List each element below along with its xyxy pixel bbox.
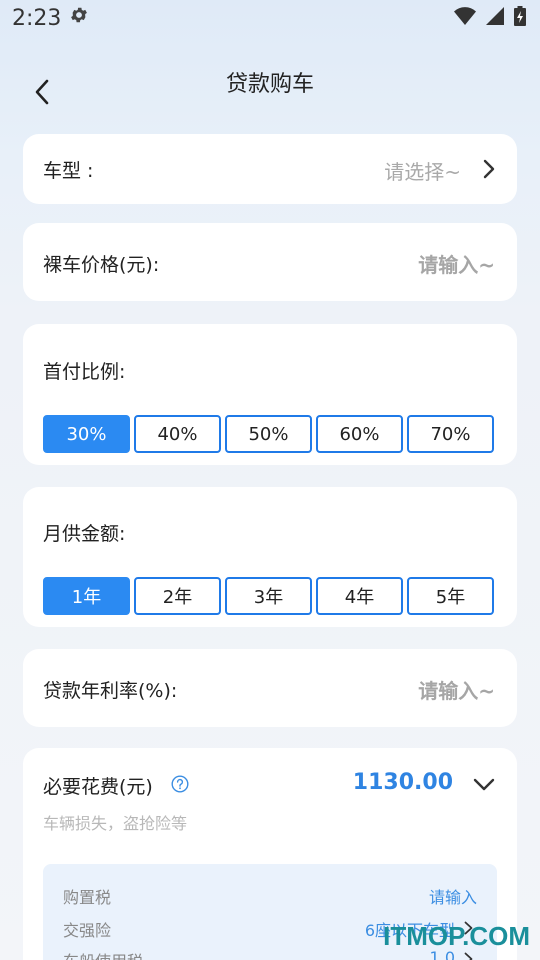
status-left: 2:23 bbox=[12, 5, 89, 31]
rate-row: 贷款年利率(%): 请输入~ bbox=[23, 649, 517, 727]
fee-item-input[interactable]: 请输入 bbox=[429, 884, 477, 908]
bare-price-row: 裸车价格(元): 请输入~ bbox=[23, 223, 517, 301]
fees-subtitle: 车辆损失，盗抢险等 bbox=[43, 814, 188, 833]
down-payment-option[interactable]: 60% bbox=[316, 415, 403, 453]
rate-input[interactable]: 请输入~ bbox=[418, 675, 495, 704]
bare-price-input[interactable]: 请输入~ bbox=[418, 249, 495, 278]
down-payment-label: 首付比例: bbox=[43, 361, 126, 383]
status-bar: 2:23 bbox=[0, 0, 540, 36]
monthly-option[interactable]: 2年 bbox=[134, 577, 221, 615]
fees-amount: 1130.00 bbox=[352, 770, 453, 795]
fee-item-label: 交强险 bbox=[63, 921, 112, 940]
car-type-row[interactable]: 车型 : 请选择~ bbox=[23, 134, 517, 204]
fee-item-label: 车船使用税 bbox=[63, 948, 143, 960]
chevron-right-icon bbox=[464, 951, 473, 960]
nav-bar: 贷款购车 bbox=[0, 52, 540, 112]
battery-icon bbox=[514, 6, 526, 30]
fee-item-label: 购置税 bbox=[63, 888, 112, 907]
monthly-label: 月供金额: bbox=[43, 523, 126, 545]
gear-icon bbox=[69, 5, 89, 31]
rate-label: 贷款年利率(%): bbox=[43, 680, 178, 702]
chevron-right-icon bbox=[483, 159, 495, 183]
monthly-option[interactable]: 1年 bbox=[43, 577, 130, 615]
down-payment-options: 30% 40% 50% 60% 70% bbox=[43, 415, 494, 453]
down-payment-card: 首付比例: 30% 40% 50% 60% 70% bbox=[23, 324, 517, 465]
signal-icon bbox=[486, 7, 504, 29]
fees-label: 必要花费(元) bbox=[43, 776, 153, 798]
monthly-option[interactable]: 4年 bbox=[316, 577, 403, 615]
car-type-select[interactable]: 请选择~ bbox=[384, 156, 461, 185]
status-icons bbox=[454, 6, 526, 30]
monthly-card: 月供金额: 1年 2年 3年 4年 5年 bbox=[23, 487, 517, 627]
watermark: ITMOP.COM bbox=[383, 921, 530, 951]
down-payment-option[interactable]: 40% bbox=[134, 415, 221, 453]
car-type-label: 车型 : bbox=[43, 160, 94, 182]
down-payment-option[interactable]: 70% bbox=[407, 415, 494, 453]
chevron-down-icon[interactable] bbox=[473, 777, 495, 796]
status-time: 2:23 bbox=[12, 5, 62, 31]
down-payment-option[interactable]: 30% bbox=[43, 415, 130, 453]
monthly-options: 1年 2年 3年 4年 5年 bbox=[43, 577, 494, 615]
monthly-option[interactable]: 5年 bbox=[407, 577, 494, 615]
wifi-icon bbox=[454, 7, 476, 29]
monthly-option[interactable]: 3年 bbox=[225, 577, 312, 615]
down-payment-option[interactable]: 50% bbox=[225, 415, 312, 453]
help-icon[interactable] bbox=[171, 775, 189, 797]
bare-price-label: 裸车价格(元): bbox=[43, 254, 160, 276]
page-title: 贷款购车 bbox=[225, 72, 314, 97]
